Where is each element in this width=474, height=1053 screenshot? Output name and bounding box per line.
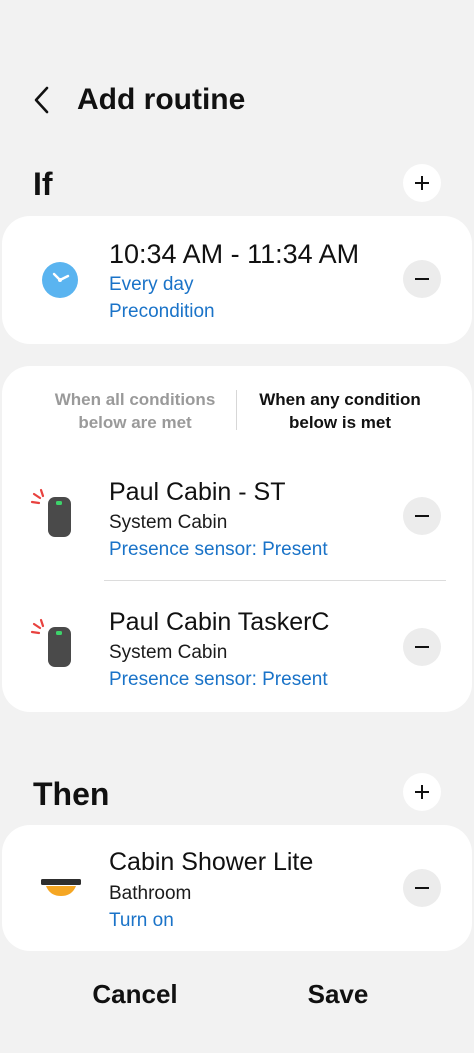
action-device-name: Cabin Shower Lite xyxy=(109,848,314,876)
precondition-link[interactable]: Precondition xyxy=(109,299,215,325)
if-section-title: If xyxy=(33,166,53,202)
remove-action-button[interactable] xyxy=(403,869,441,907)
minus-icon xyxy=(415,515,429,517)
action-state-link[interactable]: Turn on xyxy=(109,908,174,934)
minus-icon xyxy=(415,887,429,889)
device-divider xyxy=(104,580,446,581)
page-title: Add routine xyxy=(77,83,246,116)
back-button[interactable] xyxy=(20,78,64,122)
chevron-left-icon xyxy=(34,86,49,114)
device-state-link[interactable]: Presence sensor: Present xyxy=(109,667,328,693)
plus-icon xyxy=(415,176,429,190)
add-action-button[interactable] xyxy=(403,773,441,811)
device-location: System Cabin xyxy=(109,512,228,533)
device-name: Paul Cabin TaskerC xyxy=(109,608,330,636)
clock-icon xyxy=(40,260,80,300)
minus-icon xyxy=(415,278,429,280)
remove-device-button[interactable] xyxy=(403,628,441,666)
device-location: System Cabin xyxy=(109,642,228,663)
remove-time-condition-button[interactable] xyxy=(403,260,441,298)
repeat-link[interactable]: Every day xyxy=(109,272,193,298)
remove-device-button[interactable] xyxy=(403,497,441,535)
device-state-link[interactable]: Presence sensor: Present xyxy=(109,537,328,563)
then-section-title: Then xyxy=(33,776,110,812)
presence-sensor-icon xyxy=(30,488,76,540)
add-condition-button[interactable] xyxy=(403,164,441,202)
all-conditions-option[interactable]: When all conditions below are met xyxy=(40,388,230,434)
plus-icon xyxy=(415,785,429,799)
action-device-location: Bathroom xyxy=(109,883,192,904)
cancel-button[interactable]: Cancel xyxy=(45,977,225,1011)
any-condition-option[interactable]: When any condition below is met xyxy=(246,388,434,434)
mode-divider xyxy=(236,390,237,430)
time-range: 10:34 AM - 11:34 AM xyxy=(109,239,360,269)
ceiling-light-icon xyxy=(40,878,82,898)
save-button[interactable]: Save xyxy=(248,977,428,1011)
minus-icon xyxy=(415,646,429,648)
presence-sensor-icon xyxy=(30,618,76,670)
device-name: Paul Cabin - ST xyxy=(109,478,286,506)
